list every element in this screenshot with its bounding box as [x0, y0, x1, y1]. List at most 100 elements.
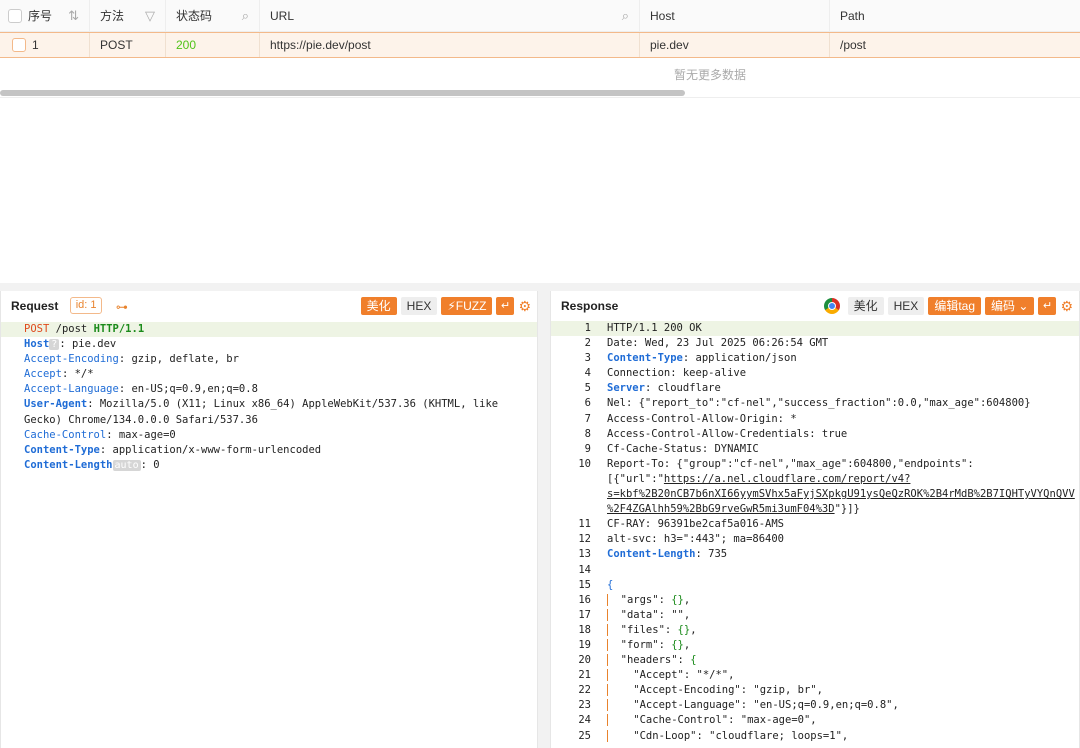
line-content: "form": {},: [607, 638, 691, 651]
column-header-status[interactable]: 状态码 ⌕: [166, 0, 260, 32]
code-token: CF-RAY: 96391be2caf5a016-AMS: [607, 518, 785, 531]
line-content: Access-Control-Allow-Credentials: true: [607, 428, 847, 440]
sort-icon[interactable]: ⇅: [68, 0, 79, 32]
code-line: 1 HTTP/1.1 200 OK: [551, 321, 1079, 337]
code-line: 8 Access-Control-Allow-Credentials: true: [551, 427, 1079, 442]
code-token: /post: [49, 323, 94, 335]
code-token: ,: [683, 593, 691, 606]
code-token: "Accept-Encoding": "gzip, br",: [608, 684, 823, 697]
code-token: Nel: {"report_to":"cf-nel","success_frac…: [607, 397, 1031, 410]
gear-icon[interactable]: ⚙: [518, 297, 531, 315]
code-line: 19 "form": {},: [551, 638, 1079, 653]
line-content: "Accept-Encoding": "gzip, br",: [607, 684, 823, 697]
code-token: User-Agent: [24, 398, 88, 411]
code-token: Accept-Encoding: [24, 353, 119, 366]
code-token: HTTP/1.1 200 OK: [607, 322, 702, 334]
search-icon[interactable]: ⌕: [622, 0, 629, 32]
line-content: {: [607, 579, 613, 591]
code-token: Content-Type: [24, 443, 100, 456]
code-token: "Cache-Control": "max-age=0",: [608, 714, 817, 727]
column-header-path[interactable]: Path: [830, 0, 1080, 32]
line-number: 23: [578, 699, 591, 712]
response-toolbar: 美化 HEX 编辑tag 编码 ⌄ ↵ ⚙: [823, 297, 1073, 315]
tree-icon[interactable]: ⊶: [116, 292, 128, 322]
table-row[interactable]: 1 POST 200 https://pie.dev/post pie.dev …: [0, 32, 1080, 58]
code-token: "headers":: [608, 654, 691, 667]
encode-dropdown[interactable]: 编码 ⌄: [985, 297, 1035, 315]
column-header-index[interactable]: 序号 ⇅: [0, 0, 90, 32]
chrome-icon[interactable]: [823, 298, 840, 314]
horizontal-scrollbar[interactable]: [0, 90, 685, 96]
search-icon[interactable]: ⌕: [242, 0, 249, 32]
column-header-method[interactable]: 方法 ▽: [90, 0, 166, 32]
edit-tag-button[interactable]: 编辑tag: [928, 297, 982, 315]
code-token: : gzip, deflate, br: [118, 353, 239, 366]
code-token: Gecko) Chrome/134.0.0.0 Safari/537.36: [24, 413, 258, 426]
line-number: 14: [578, 563, 591, 576]
code-line: 20 "headers": {: [551, 653, 1079, 668]
code-token: : cloudflare: [644, 382, 721, 395]
code-token: {}: [677, 623, 691, 636]
code-line: 25 "Cdn-Loop": "cloudflare; loops=1",: [551, 729, 1079, 744]
code-line: 3 Content-Type: application/json: [551, 351, 1079, 366]
code-token: "Accept": "*/*",: [608, 669, 735, 682]
code-token: {}: [671, 638, 684, 651]
line-content: CF-RAY: 96391be2caf5a016-AMS: [607, 518, 784, 530]
beautify-button[interactable]: 美化: [847, 297, 884, 315]
traffic-table: 序号 ⇅ 方法 ▽ 状态码 ⌕ URL ⌕ Host Path 1 POST 200 h…: [0, 0, 1080, 98]
line-number: 12: [578, 533, 591, 546]
chevron-down-icon: ⌄: [1018, 299, 1029, 313]
code-token: : 735: [695, 548, 728, 561]
column-header-host[interactable]: Host: [640, 0, 830, 32]
wrap-icon[interactable]: ↵: [496, 297, 515, 315]
empty-area: [0, 98, 1080, 282]
code-line: 23 "Accept-Language": "en-US;q=0.9,en;q=…: [551, 698, 1079, 713]
response-editor[interactable]: 1 HTTP/1.1 200 OK 2 Date: Wed, 23 Jul 2025 …: [551, 321, 1079, 744]
line-content: Server: cloudflare: [607, 382, 721, 394]
line-number: 8: [584, 427, 591, 440]
code-line: 21 "Accept": "*/*",: [551, 668, 1079, 683]
code-token: Cache-Control: [24, 428, 107, 441]
line-number: 15: [578, 578, 591, 591]
select-all-checkbox[interactable]: [8, 8, 22, 23]
code-token: Server: [607, 382, 645, 395]
request-toolbar: 美化 HEX ⚡FUZZ ↵ ⚙: [360, 297, 531, 315]
code-token: Host: [24, 338, 50, 351]
hex-button[interactable]: HEX: [400, 297, 438, 315]
code-line: Host?: pie.dev: [1, 337, 537, 352]
line-number: 16: [578, 593, 591, 606]
line-content: Connection: keep-alive: [607, 367, 746, 379]
filter-icon[interactable]: ▽: [145, 0, 155, 32]
code-token: : Mozilla/5.0 (X11; Linux x86_64) AppleW…: [87, 398, 499, 411]
line-number: 25: [578, 729, 591, 742]
code-line: 15 {: [551, 578, 1079, 593]
code-token: %2F4ZGAlhh59%2BbG9rveGwR5mi3umF04%3D: [607, 503, 835, 516]
line-number: 6: [584, 397, 591, 410]
split-divider[interactable]: [0, 283, 1080, 291]
line-content: "Accept": "*/*",: [607, 669, 735, 682]
code-token: Content-Type: [607, 352, 683, 365]
line-content: "args": {},: [607, 593, 691, 606]
request-editor[interactable]: POST /post HTTP/1.1 Host?: pie.dev Accept-…: [1, 321, 537, 473]
line-content: s=kbf%2B20nCB7b6nXI66yymSVhx5aFyjSXpkgU9…: [607, 488, 1075, 500]
line-number: 21: [578, 669, 591, 682]
row-host: pie.dev: [640, 33, 830, 57]
gear-icon[interactable]: ⚙: [1060, 297, 1073, 315]
wrap-icon[interactable]: ↵: [1038, 297, 1057, 315]
code-line: Content-Length auto: 0: [1, 458, 537, 473]
column-header-url[interactable]: URL ⌕: [260, 0, 640, 32]
code-token: s=kbf%2B20nCB7b6nXI66yymSVhx5aFyjSXpkgU9…: [607, 488, 1075, 501]
hex-button[interactable]: HEX: [887, 297, 925, 315]
code-token: Date: Wed, 23 Jul 2025 06:26:54 GMT: [607, 337, 829, 350]
row-checkbox[interactable]: [12, 37, 26, 52]
code-line: 22 "Accept-Encoding": "gzip, br",: [551, 683, 1079, 698]
beautify-button[interactable]: 美化: [360, 297, 397, 315]
code-line: 7 Access-Control-Allow-Origin: *: [551, 412, 1079, 427]
line-content: "Accept-Language": "en-US;q=0.9,en;q=0.8…: [607, 699, 899, 712]
code-line: 13 Content-Length: 735: [551, 547, 1079, 562]
line-content: %2F4ZGAlhh59%2BbG9rveGwR5mi3umF04%3D"}]}: [607, 503, 860, 515]
fuzz-button[interactable]: ⚡FUZZ: [441, 297, 493, 315]
line-number: 10: [578, 457, 591, 470]
code-token: POST: [24, 323, 50, 335]
response-header: Response 美化 HEX 编辑tag 编码 ⌄ ↵ ⚙: [551, 291, 1079, 321]
